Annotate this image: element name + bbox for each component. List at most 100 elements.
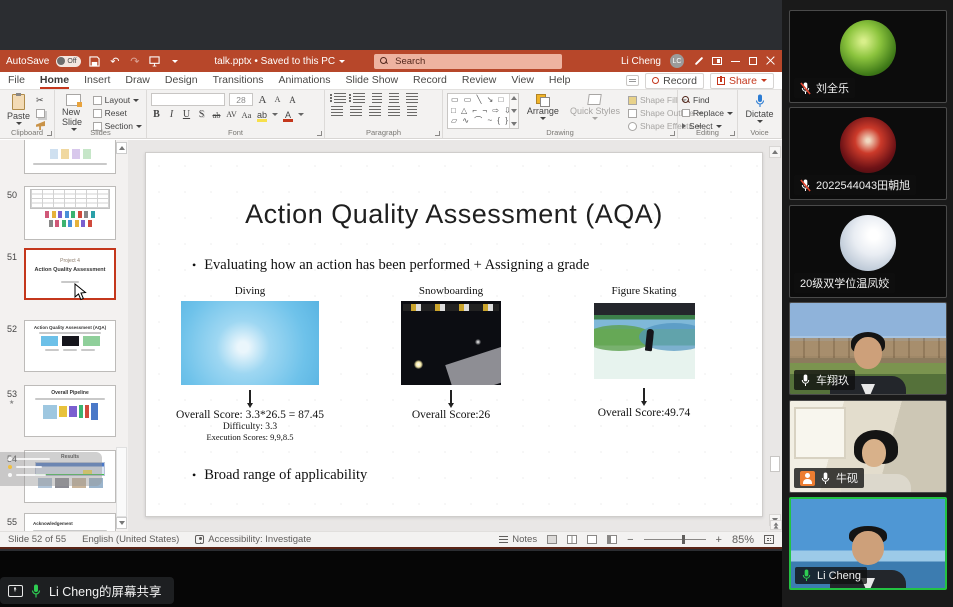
line-spacing-icon[interactable] [406, 93, 418, 103]
current-slide[interactable]: Action Quality Assessment (AQA) Evaluati… [145, 152, 763, 517]
arrange-button[interactable]: Arrange [524, 93, 562, 121]
justify-icon[interactable] [388, 106, 400, 116]
restore-button[interactable] [749, 57, 757, 65]
slide-sorter-view-button[interactable] [567, 535, 577, 544]
strikethrough-button[interactable]: ab [211, 110, 222, 120]
participant-tile-wen-fengjiao[interactable]: 20级双学位温凤姣 [789, 205, 947, 298]
close-button[interactable] [766, 56, 776, 66]
search-box[interactable] [374, 54, 562, 69]
tab-home[interactable]: Home [40, 72, 69, 89]
thumbnails-scroll-down[interactable] [116, 517, 127, 529]
accessibility-status[interactable]: Accessibility: Investigate [195, 534, 311, 545]
dictate-button[interactable]: Dictate [742, 93, 777, 124]
share-button[interactable]: Share [710, 73, 774, 89]
zoom-out-button[interactable]: − [627, 534, 633, 546]
undo-icon[interactable]: ↶ [108, 55, 121, 68]
tab-help[interactable]: Help [549, 72, 571, 89]
thumbnails-scroll-track[interactable] [116, 447, 127, 517]
underline-button[interactable]: U [181, 109, 192, 120]
tab-design[interactable]: Design [165, 72, 198, 89]
language-status[interactable]: English (United States) [82, 534, 179, 545]
tab-view[interactable]: View [511, 72, 534, 89]
thumbnail-slide-51-selected[interactable]: Project 4 Action Quality Assessment [24, 248, 116, 300]
notes-button[interactable]: Notes [499, 534, 537, 545]
paste-button[interactable]: Paste [4, 93, 33, 130]
tab-file[interactable]: File [8, 72, 25, 89]
new-slide-button[interactable]: New Slide [59, 93, 89, 132]
cut-icon[interactable]: ✂ [36, 95, 45, 106]
gallery-scroll[interactable] [509, 94, 518, 128]
font-size-box[interactable]: 28 [229, 93, 253, 106]
zoom-knob[interactable] [682, 535, 685, 544]
previous-slide-button[interactable] [770, 520, 782, 530]
participant-tile-che-xiangjiu[interactable]: 车翔玖 [789, 302, 947, 395]
thumbnail-slide-49[interactable] [24, 140, 116, 174]
bullets-icon[interactable] [334, 93, 346, 103]
pen-icon[interactable] [693, 56, 703, 66]
scroll-up-button[interactable] [769, 146, 781, 158]
participant-tile-li-cheng-active[interactable]: Li Cheng [789, 497, 947, 590]
shrink-font-icon[interactable]: A [272, 95, 283, 104]
tab-draw[interactable]: Draw [125, 72, 150, 89]
thumbnail-slide-50[interactable] [24, 186, 116, 240]
tab-animations[interactable]: Animations [279, 72, 331, 89]
tab-review[interactable]: Review [462, 72, 496, 89]
document-title[interactable]: talk.pptx • Saved to this PC [214, 56, 345, 67]
normal-view-button[interactable] [547, 535, 557, 544]
clear-formatting-icon[interactable]: A [287, 95, 298, 105]
screen-share-banner[interactable]: Li Cheng的屏幕共享 [0, 577, 174, 604]
tab-slide-show[interactable]: Slide Show [346, 72, 399, 89]
slideshow-view-button[interactable] [607, 535, 617, 544]
clipboard-dialog-launcher[interactable] [47, 131, 52, 136]
reset-button[interactable]: Reset [93, 108, 142, 118]
grow-font-icon[interactable]: A [257, 94, 268, 106]
numbering-icon[interactable] [353, 93, 365, 103]
align-right-icon[interactable] [369, 106, 381, 116]
save-icon[interactable] [88, 55, 101, 68]
canvas-scrollbar[interactable] [768, 146, 782, 533]
autosave-toggle[interactable]: Off [56, 56, 81, 67]
editing-dialog-launcher[interactable] [730, 131, 735, 136]
find-button[interactable]: Find [682, 95, 733, 105]
char-spacing-button[interactable]: AV [226, 110, 237, 119]
account-name[interactable]: Li Cheng [621, 56, 661, 67]
account-avatar[interactable]: LC [670, 54, 684, 68]
shadow-button[interactable]: S [196, 109, 207, 120]
participant-tile-liu-quanle[interactable]: 刘全乐 [789, 10, 947, 103]
replace-button[interactable]: Replace [682, 108, 733, 118]
font-dialog-launcher[interactable] [317, 131, 322, 136]
floating-meeting-widget[interactable] [0, 452, 102, 486]
drawing-dialog-launcher[interactable] [670, 131, 675, 136]
paragraph-dialog-launcher[interactable] [435, 131, 440, 136]
thumbnail-slide-53[interactable]: Overall Pipeline [24, 385, 116, 437]
copy-icon[interactable] [36, 109, 45, 118]
thumbnail-slide-52[interactable]: Action Quality Assessment (AQA) [24, 320, 116, 372]
decrease-indent-icon[interactable] [372, 93, 382, 103]
font-color-icon[interactable]: A [282, 110, 294, 120]
zoom-slider[interactable] [644, 539, 706, 540]
highlight-color-icon[interactable]: ab [256, 110, 268, 120]
font-name-box[interactable] [151, 93, 225, 106]
italic-button[interactable]: I [166, 109, 177, 120]
tab-transitions[interactable]: Transitions [213, 72, 264, 89]
thumbnails-scroll-up[interactable] [116, 142, 127, 154]
align-center-icon[interactable] [350, 106, 362, 116]
quick-access-chevron-icon[interactable] [168, 55, 181, 68]
thumbnail-slide-55[interactable]: Acknowledgement [24, 513, 116, 533]
bold-button[interactable]: B [151, 109, 162, 120]
participant-tile-tian-zhaoxu[interactable]: 2022544043田朝旭 [789, 107, 947, 200]
layout-button[interactable]: Layout [93, 95, 142, 105]
change-case-button[interactable]: Aa [241, 110, 252, 120]
align-left-icon[interactable] [331, 106, 343, 116]
increase-indent-icon[interactable] [389, 93, 399, 103]
zoom-in-button[interactable]: + [716, 534, 722, 546]
scroll-thumb[interactable] [770, 456, 780, 472]
comments-icon[interactable] [626, 75, 639, 86]
participant-tile-niu-yan[interactable]: 牛砚 [789, 400, 947, 493]
search-input[interactable] [393, 55, 513, 68]
fit-to-window-icon[interactable] [764, 535, 774, 544]
tab-record[interactable]: Record [413, 72, 447, 89]
ribbon-display-icon[interactable] [712, 57, 722, 65]
reading-view-button[interactable] [587, 535, 597, 544]
quick-styles-button[interactable]: Quick Styles [567, 93, 623, 121]
